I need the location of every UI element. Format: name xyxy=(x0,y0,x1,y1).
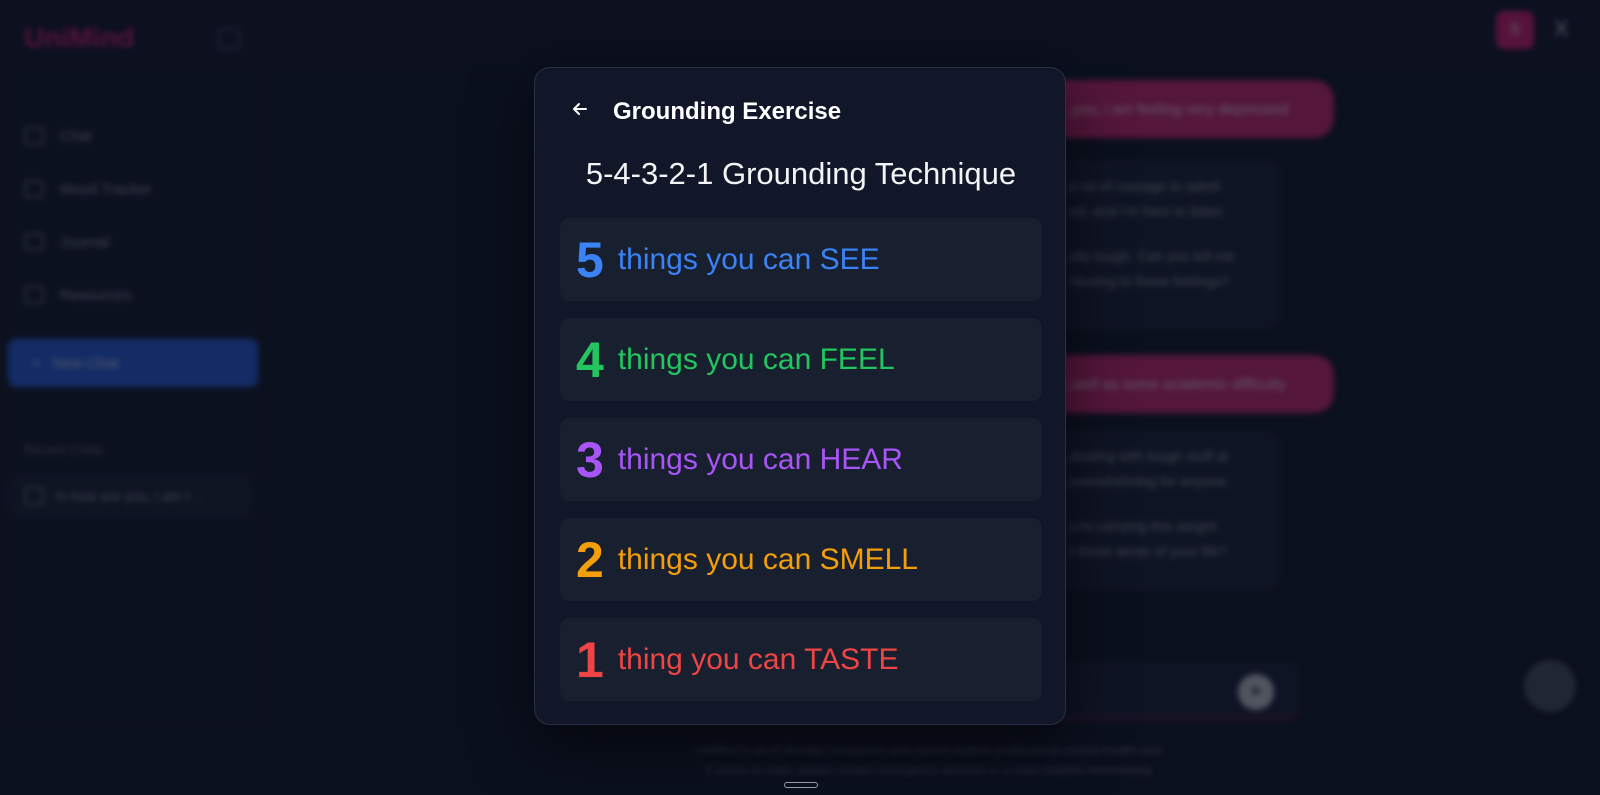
step-number: 1 xyxy=(576,631,604,688)
step-text: thing you can TASTE xyxy=(617,642,899,676)
step-number: 3 xyxy=(576,431,604,488)
step-number: 2 xyxy=(576,531,604,588)
step-text: things you can FEEL xyxy=(617,342,895,376)
technique-title: 5-4-3-2-1 Grounding Technique xyxy=(585,156,1017,191)
step-card-see[interactable]: 5 things you can SEE xyxy=(560,218,1042,301)
drag-handle[interactable] xyxy=(784,782,818,788)
step-card-feel[interactable]: 4 things you can FEEL xyxy=(560,318,1042,401)
step-text: things you can SEE xyxy=(617,242,880,276)
grounding-exercise-modal: Grounding Exercise 5-4-3-2-1 Grounding T… xyxy=(534,67,1066,725)
step-number: 5 xyxy=(576,231,604,288)
step-card-smell[interactable]: 2 things you can SMELL xyxy=(560,518,1042,601)
step-text: things you can HEAR xyxy=(617,442,903,476)
modal-title: Grounding Exercise xyxy=(613,98,842,125)
arrow-left-icon xyxy=(573,103,587,115)
step-card-hear[interactable]: 3 things you can HEAR xyxy=(560,418,1042,501)
step-text: things you can SMELL xyxy=(617,542,918,576)
step-card-taste[interactable]: 1 thing you can TASTE xyxy=(560,618,1042,701)
back-button[interactable] xyxy=(565,94,595,124)
step-number: 4 xyxy=(576,331,604,388)
